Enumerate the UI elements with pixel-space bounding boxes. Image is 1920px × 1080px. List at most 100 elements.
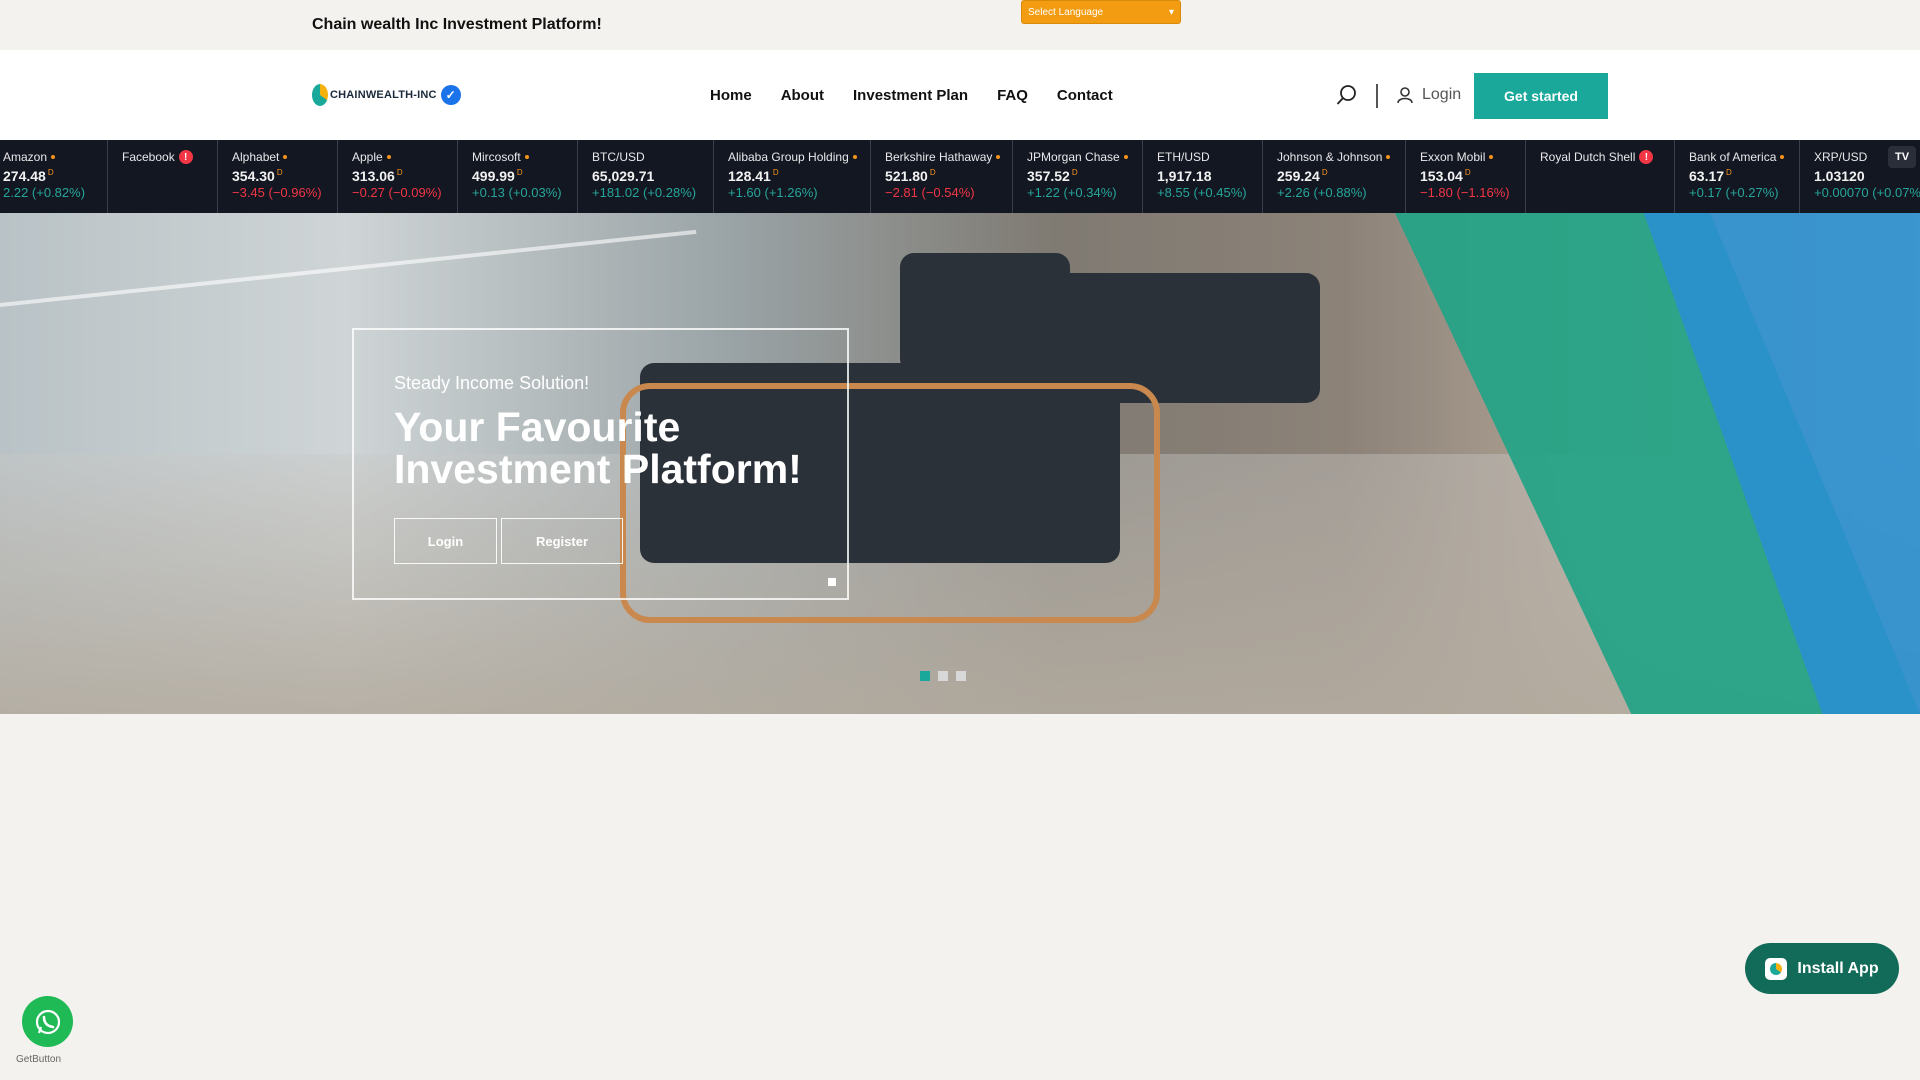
market-status-dot-icon [283,155,288,159]
ticker-price: 313.06 D [352,168,457,184]
slider-dot-3[interactable] [956,671,966,681]
ticker-item[interactable]: Alphabet 354.30 D −3.45 (−0.96%) [218,140,338,213]
market-status-dot-icon [996,155,1001,159]
market-status-dot-icon [1780,155,1785,159]
ticker-item[interactable]: Alibaba Group Holding 128.41 D +1.60 (+1.26… [714,140,871,213]
ticker-item[interactable]: Bank of America 63.17 D +0.17 (+0.27%) [1675,140,1800,213]
ticker-price: 521.80 D [885,168,1012,184]
slider-dot-1[interactable] [920,671,930,681]
market-status-dot-icon [524,155,529,159]
ticker-price: 1,917.18 [1157,168,1262,184]
hero-login-button[interactable]: Login [394,518,497,564]
ticker-price: 128.41 D [728,168,870,184]
ticker-item[interactable]: Facebook! [108,140,218,213]
site-logo[interactable]: CHAINWEALTH-INC ✓ [312,82,461,108]
get-started-button[interactable]: Get started [1474,73,1608,119]
main-nav: Home About Investment Plan FAQ Contact [710,87,1113,104]
search-icon[interactable] [1336,84,1358,106]
ticker-item[interactable]: Berkshire Hathaway 521.80 D −2.81 (−0.54%) [871,140,1013,213]
hero-register-button[interactable]: Register [501,518,623,564]
app-icon [1765,957,1788,980]
ticker-price-value: 65,029.71 [592,168,655,184]
ticker-item[interactable]: Mircosoft 499.99 D +0.13 (+0.03%) [458,140,578,213]
market-status-dot-icon [852,155,857,159]
ticker-symbol: Bank of America [1689,150,1799,164]
market-status-dot-icon [51,155,56,159]
ticker-price-value: 354.30 [232,168,275,184]
nav-faq[interactable]: FAQ [997,87,1028,104]
ticker-price: 153.04 D [1420,168,1525,184]
nav-home[interactable]: Home [710,87,752,104]
ticker-symbol: Amazon [3,150,107,164]
ticker-change: +2.26 (+0.88%) [1277,185,1367,200]
ticker-item[interactable]: JPMorgan Chase 357.52 D +1.22 (+0.34%) [1013,140,1143,213]
header-login-link[interactable]: Login [1396,86,1461,104]
delayed-marker: D [772,168,779,178]
ticker-item[interactable]: ETH/USD 1,917.18 +8.55 (+0.45%) [1143,140,1263,213]
delayed-marker: D [396,168,403,178]
install-app-button[interactable]: Install App [1745,943,1899,994]
language-select[interactable]: Select Language ▾ [1021,0,1181,24]
ticker-change: −1.80 (−1.16%) [1420,185,1510,200]
top-bar: Chain wealth Inc Investment Platform! Se… [0,0,1920,50]
site-tagline: Chain wealth Inc Investment Platform! [312,16,602,33]
delayed-marker: D [276,168,283,178]
install-app-label: Install App [1797,959,1879,977]
ticker-symbol-label: BTC/USD [592,150,645,164]
nav-contact[interactable]: Contact [1057,87,1113,104]
delayed-marker: D [516,168,523,178]
ticker-price: 354.30 D [232,168,337,184]
ticker-price-value: 259.24 [1277,168,1320,184]
ticker-price-value: 128.41 [728,168,771,184]
ticker-price: 274.48 D [3,168,107,184]
tradingview-logo-icon[interactable]: TV [1888,146,1916,168]
ticker-symbol: Royal Dutch Shell! [1540,150,1674,164]
ticker-item[interactable]: Exxon Mobil 153.04 D −1.80 (−1.16%) [1406,140,1526,213]
header-divider [1376,84,1378,108]
ticker-symbol-label: Alphabet [232,150,280,164]
ticker-item[interactable]: Apple 313.06 D −0.27 (−0.09%) [338,140,458,213]
delayed-marker: D [47,168,54,178]
ticker-price-value: 313.06 [352,168,395,184]
warning-icon: ! [178,150,193,164]
login-label: Login [1422,86,1462,103]
stock-ticker: Amazon 274.48 D 2.22 (+0.82%) Facebook! Alpha… [0,140,1920,213]
ticker-symbol-label: Exxon Mobil [1420,150,1486,164]
verified-check-icon: ✓ [440,85,461,105]
getbutton-credit[interactable]: GetButton [16,1054,61,1065]
ticker-change: +0.13 (+0.03%) [472,185,562,200]
ticker-item[interactable]: Royal Dutch Shell! [1526,140,1675,213]
ticker-symbol: BTC/USD [592,150,713,164]
ticker-symbol: Mircosoft [472,150,577,164]
ticker-price-value: 1,917.18 [1157,168,1212,184]
whatsapp-button[interactable] [22,996,73,1047]
market-status-dot-icon [1123,155,1128,159]
ticker-price-value: 1.03120 [1814,168,1865,184]
ticker-price-value: 63.17 [1689,168,1725,184]
ticker-change: +1.22 (+0.34%) [1027,185,1117,200]
ticker-price-value: 153.04 [1420,168,1463,184]
ticker-symbol-label: JPMorgan Chase [1027,150,1120,164]
ticker-item[interactable]: BTC/USD 65,029.71 +181.02 (+0.28%) [578,140,714,213]
ticker-symbol-label: Facebook [122,150,175,164]
ticker-symbol: Alibaba Group Holding [728,150,870,164]
ticker-symbol: Alphabet [232,150,337,164]
delayed-marker: D [1071,168,1078,178]
hero-corner-square [828,578,836,586]
ticker-symbol-label: XRP/USD [1814,150,1868,164]
ticker-price-value: 521.80 [885,168,928,184]
getbutton-label: GetButton [16,1054,62,1065]
whatsapp-icon [35,1009,60,1034]
delayed-marker: D [1321,168,1328,178]
ticker-change: −0.27 (−0.09%) [352,185,442,200]
ticker-price: 499.99 D [472,168,577,184]
ticker-symbol: Johnson & Johnson [1277,150,1405,164]
ticker-change: +1.60 (+1.26%) [728,185,818,200]
nav-about[interactable]: About [781,87,824,104]
ticker-symbol-label: Berkshire Hathaway [885,150,993,164]
ticker-item[interactable]: Amazon 274.48 D 2.22 (+0.82%) [0,140,108,213]
delayed-marker: D [929,168,936,178]
ticker-item[interactable]: Johnson & Johnson 259.24 D +2.26 (+0.88%) [1263,140,1406,213]
slider-dot-2[interactable] [938,671,948,681]
nav-investment-plan[interactable]: Investment Plan [853,87,968,104]
